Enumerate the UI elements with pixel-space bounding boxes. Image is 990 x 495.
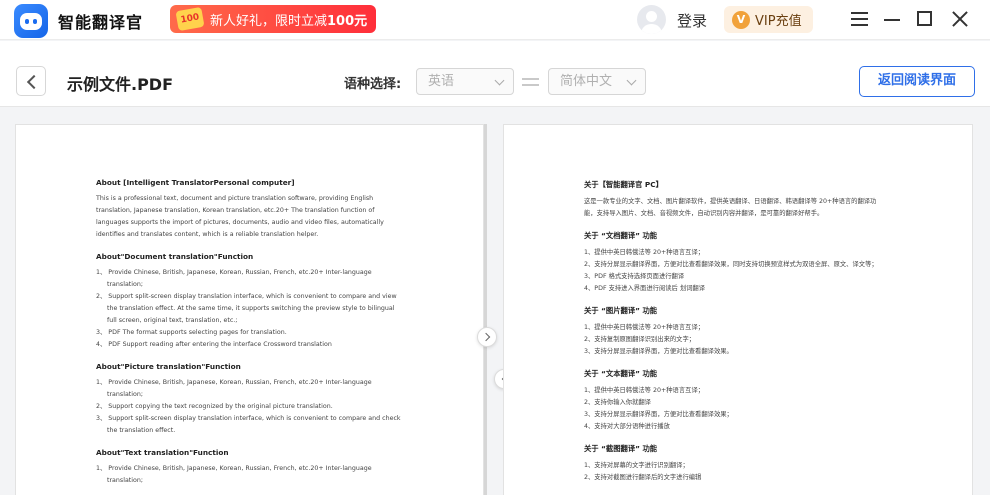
swap-language-icon[interactable] (520, 73, 542, 91)
list-item: 1、提供中英日韩俄法等 20+种语言互译； (584, 324, 705, 331)
list-item: translation; (107, 281, 143, 288)
list-item: 2、支持分屏显示翻译界面，方便对比查看翻译效果，同时支持切换预览样式为双语全屏、… (584, 261, 878, 268)
source-language-value: 英语 (428, 74, 455, 89)
section-heading: About [Intelligent TranslatorPersonal co… (96, 178, 295, 187)
original-document-pane[interactable]: About [Intelligent TranslatorPersonal co… (15, 124, 484, 495)
coupon-icon: 100 (170, 5, 210, 33)
document-title: 示例文件.PDF (67, 75, 174, 94)
section-heading: About"Picture translation"Function (96, 362, 241, 371)
chevron-down-icon (494, 75, 505, 86)
list-item: 1、提供中英日韩俄法等 20+种语言互译； (584, 387, 705, 394)
menu-icon[interactable] (849, 8, 871, 30)
section-heading: 关于 “文本翻译” 功能 (584, 369, 658, 378)
section-heading: 关于 “文档翻译” 功能 (584, 231, 658, 240)
close-icon[interactable] (949, 8, 971, 30)
section-heading: About"Document translation"Function (96, 252, 254, 261)
list-item: 2、支持复制原图翻译识别出来的文字； (584, 336, 696, 343)
target-language-select[interactable]: 简体中文 (548, 68, 646, 95)
vip-recharge-button[interactable]: V VIP充值 (724, 6, 813, 33)
vip-crown-icon: V (732, 10, 750, 29)
avatar[interactable] (637, 5, 666, 34)
minimize-icon[interactable] (881, 8, 903, 30)
section-heading: 关于 “图片翻译” 功能 (584, 306, 658, 315)
back-button[interactable] (16, 66, 46, 96)
translated-document-pane[interactable]: 关于【智能翻译官 PC】 这是一款专业的文字、文档、图片翻译软件，提供英语翻译、… (503, 124, 973, 495)
list-item: the translation effect. (107, 427, 176, 434)
promo-banner[interactable]: 100 新人好礼，限时立减100元 (170, 5, 376, 33)
paragraph-line: identifies and translates content, which… (96, 231, 319, 238)
list-item: 2、 Support split-screen display translat… (96, 293, 397, 300)
list-item: 3、 PDF The format supports selecting pag… (96, 329, 287, 336)
section-heading: 关于 “截图翻译” 功能 (584, 444, 658, 453)
list-item: 1、 Provide Chinese, British, Japanese, K… (96, 465, 372, 472)
list-item: 1、支持对屏幕的文字进行识别翻译； (584, 462, 689, 469)
section-heading: 关于【智能翻译官 PC】 (584, 180, 663, 189)
list-item: 4、支持对大部分语种进行播放 (584, 423, 670, 430)
chevron-right-icon[interactable] (477, 327, 497, 347)
paragraph-line: This is a professional text, document an… (96, 195, 374, 202)
title-bar: 智能翻译官 100 新人好礼，限时立减100元 登录 V VIP充值 (0, 0, 990, 40)
list-item: 2、支持对截图进行翻译后的文字进行编辑 (584, 474, 702, 481)
original-document-content: About [Intelligent TranslatorPersonal co… (96, 177, 401, 487)
list-item: full screen, original text, translation,… (107, 317, 238, 324)
list-item: the translation effect. At the same time… (107, 305, 395, 312)
promo-text: 新人好礼，限时立减100元 (210, 13, 368, 29)
toolbar: 示例文件.PDF 语种选择: 英语 简体中文 返回阅读界面 (0, 41, 990, 107)
source-language-select[interactable]: 英语 (416, 68, 514, 95)
list-item: 3、支持分屏显示翻译界面，方便对比查看翻译效果； (584, 411, 733, 418)
list-item: 2、 Support copying the text recognized b… (96, 403, 333, 410)
list-item: 4、 PDF Support reading after entering th… (96, 341, 332, 348)
paragraph-line: translation, Japanese translation, Korea… (96, 207, 375, 214)
target-language-value: 简体中文 (560, 74, 613, 89)
language-label: 语种选择: (344, 77, 402, 92)
paragraph-line: 能，支持导入图片、文档、音视频文件，自动识别内容并翻译，是可靠的翻译好帮手。 (584, 210, 824, 217)
list-item: 1、提供中英日韩俄法等 20+种语言互译； (584, 249, 705, 256)
list-item: 3、 Support split-screen display translat… (96, 415, 401, 422)
return-to-reading-button[interactable]: 返回阅读界面 (859, 66, 975, 97)
list-item: translation; (107, 391, 143, 398)
app-logo-icon (14, 4, 48, 38)
chevron-down-icon (626, 75, 637, 86)
list-item: 3、PDF 格式支持选择页面进行翻译 (584, 273, 685, 280)
login-link[interactable]: 登录 (677, 10, 707, 31)
list-item: 2、支持你输入你就翻译 (584, 399, 651, 406)
list-item: 1、 Provide Chinese, British, Japanese, K… (96, 269, 372, 276)
vip-label: VIP充值 (755, 14, 802, 29)
paragraph-line: languages supports the import of picture… (96, 219, 384, 226)
app-name: 智能翻译官 (58, 13, 144, 32)
section-heading: About"Text translation"Function (96, 448, 229, 457)
maximize-icon[interactable] (914, 8, 936, 30)
pane-splitter[interactable] (484, 124, 487, 495)
translated-document-content: 关于【智能翻译官 PC】 这是一款专业的文字、文档、图片翻译软件，提供英语翻译、… (584, 179, 884, 484)
list-item: 4、PDF 支持进入界面进行阅读后 划词翻译 (584, 285, 706, 292)
paragraph-line: 这是一款专业的文字、文档、图片翻译软件，提供英语翻译、日语翻译、韩语翻译等 20… (584, 198, 877, 205)
list-item: 1、 Provide Chinese, British, Japanese, K… (96, 379, 372, 386)
list-item: translation; (107, 477, 143, 484)
list-item: 3、支持分屏显示翻译界面，方便对比查看翻译效果。 (584, 348, 733, 355)
